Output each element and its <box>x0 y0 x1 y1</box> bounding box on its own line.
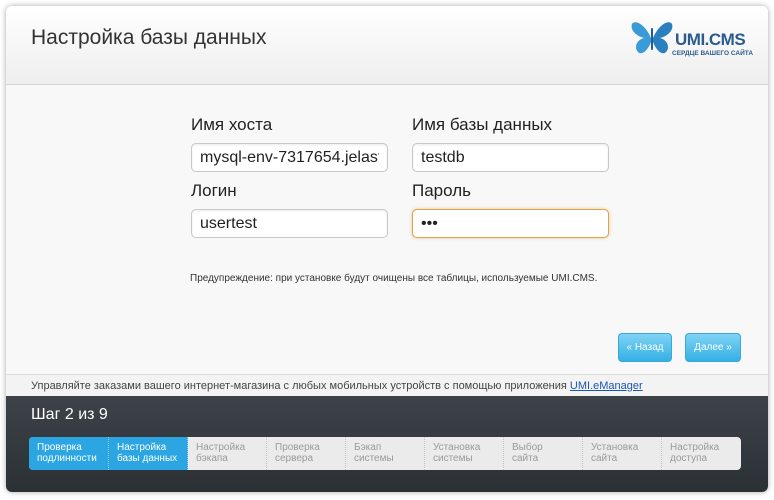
warning-text: Предупреждение: при установке будут очищ… <box>190 273 598 284</box>
header: Настройка базы данных UMI.CMS СЕРДЦЕ ВАШ… <box>6 6 768 85</box>
step-line: Настройка <box>670 442 720 453</box>
step-line: Проверка <box>37 442 82 453</box>
step-counter: Шаг 2 из 9 <box>31 406 108 423</box>
logo: UMI.CMS СЕРДЦЕ ВАШЕГО САЙТА <box>630 16 754 64</box>
login-label: Логин <box>191 181 237 200</box>
step-line: доступа <box>670 453 708 464</box>
logo-tagline: СЕРДЦЕ ВАШЕГО САЙТА <box>672 50 754 57</box>
butterfly-icon <box>631 22 673 54</box>
step-database: Настройка базы данных <box>109 437 188 470</box>
step-line: подлинности <box>37 453 97 464</box>
logo-name: UMI.CMS <box>675 30 746 49</box>
step-line: базы данных <box>117 453 178 464</box>
password-label: Пароль <box>412 181 471 200</box>
step-line: системы <box>354 453 394 464</box>
emanager-link[interactable]: UMI.eManager <box>570 380 643 392</box>
step-line: Бэкап <box>354 442 382 453</box>
dbname-label: Имя базы данных <box>412 115 553 134</box>
step-line: сайта <box>591 453 618 464</box>
page-title: Настройка базы данных <box>31 26 267 49</box>
step-system-install: Установка системы <box>425 437 504 470</box>
step-backup-settings: Настройка бэкапа <box>188 437 267 470</box>
step-site-install: Установка сайта <box>583 437 662 470</box>
footer: Шаг 2 из 9 Проверка подлинности Настройк… <box>6 396 768 492</box>
step-line: Настройка <box>117 442 167 453</box>
login-input[interactable] <box>191 209 388 238</box>
step-system-backup: Бэкап системы <box>346 437 425 470</box>
form-area: Имя хоста Имя базы данных Логин Пароль П… <box>6 85 768 374</box>
promo-line: Управляйте заказами вашего интернет-мага… <box>31 380 643 392</box>
step-line: Выбор <box>512 442 543 453</box>
step-access-setup: Настройка доступа <box>662 437 741 470</box>
step-line: Проверка <box>275 442 320 453</box>
step-line: сайта <box>512 453 539 464</box>
step-server-check: Проверка сервера <box>267 437 346 470</box>
back-button[interactable]: « Назад <box>618 333 672 362</box>
installer-window: Настройка базы данных UMI.CMS СЕРДЦЕ ВАШ… <box>6 6 768 492</box>
promo-text: Управляйте заказами вашего интернет-мага… <box>31 380 570 392</box>
step-line: бэкапа <box>196 453 228 464</box>
step-line: Установка <box>591 442 639 453</box>
step-site-select: Выбор сайта <box>504 437 583 470</box>
step-authentication: Проверка подлинности <box>29 437 109 470</box>
host-label: Имя хоста <box>191 115 273 134</box>
step-line: Установка <box>433 442 481 453</box>
promo-bar: Управляйте заказами вашего интернет-мага… <box>6 374 768 397</box>
step-line: сервера <box>275 453 314 464</box>
next-button[interactable]: Далее » <box>685 333 741 362</box>
host-input[interactable] <box>191 143 388 172</box>
dbname-input[interactable] <box>412 143 609 172</box>
step-line: системы <box>433 453 473 464</box>
password-input[interactable] <box>412 209 609 238</box>
step-line: Настройка <box>196 442 246 453</box>
step-progress: Проверка подлинности Настройка базы данн… <box>29 437 741 470</box>
